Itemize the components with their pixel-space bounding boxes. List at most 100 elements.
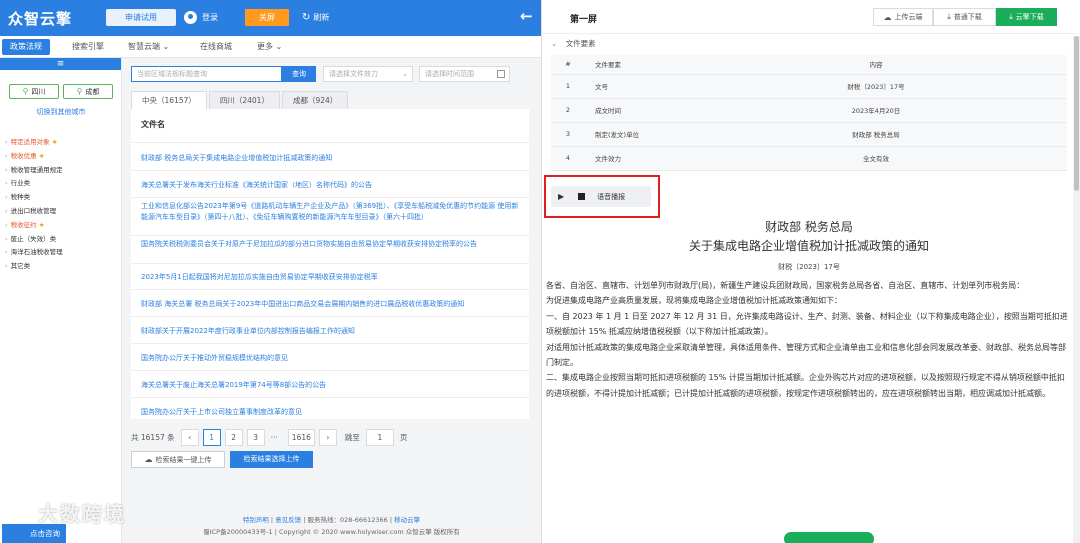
list-item[interactable]: 国务院关税税则委员会关于对原产于尼加拉瓜的部分进口货物实施自由贸易协定早期收获安… — [141, 239, 521, 250]
tab-central[interactable]: 中央（16157） — [131, 91, 207, 109]
list-item[interactable]: 国务院办公厅关于上市公司独立董事制度改革的意见 — [141, 407, 521, 418]
refresh-button[interactable]: ↻ 刷新 — [302, 9, 329, 26]
category-item[interactable]: › 税种类 — [5, 191, 63, 205]
list-item[interactable]: 财政部关于开展2022年度行政事业单位内部控制报告编报工作的通知 — [141, 326, 521, 337]
nav-online-mall[interactable]: 在线商城 — [200, 36, 232, 58]
switch-city-link[interactable]: 切换到其他城市 — [0, 107, 122, 117]
sidebar-toggle[interactable]: ≡ — [0, 58, 121, 70]
table-row: 3 制定(发文)单位 财政部 税务总局 — [551, 122, 1067, 147]
date-range-select[interactable]: 请选择时间范围 — [419, 66, 510, 82]
effect-filter-select[interactable]: 请选择文件效力 ⌄ — [323, 66, 413, 82]
play-icon[interactable]: ▶ — [558, 192, 564, 201]
bottom-action-button[interactable] — [784, 532, 874, 543]
voice-label[interactable]: 语音播报 — [597, 192, 625, 202]
list-item[interactable]: 工业和信息化部公告2023年第9号《道路机动车辆生产企业及产品》（第369批）、… — [141, 201, 521, 223]
top-bar: 众智云擎 申请试用 登录 关屏 ↻ 刷新 ← — [0, 0, 541, 36]
main-content: 当前区域法规标题查询 查询 请选择文件效力 ⌄ 请选择时间范围 中央（16157… — [122, 58, 541, 543]
list-item[interactable]: 财政部 海关总署 税务总局关于2023年中国进出口商品交易会展期内销售的进口展品… — [141, 299, 521, 310]
upload-all-label: 检索结果一键上传 — [155, 455, 212, 464]
star-icon: ★ — [38, 151, 45, 160]
footer-statement-link[interactable]: 特别声明 — [243, 516, 269, 524]
meta-section-toggle[interactable]: ⌄ 文件要素 — [551, 38, 596, 49]
calendar-icon — [497, 70, 505, 78]
category-item[interactable]: › 进出口税收管理 — [5, 205, 63, 219]
table-row: 1 文号 财税〔2023〕17号 — [551, 74, 1067, 99]
stop-icon[interactable] — [578, 193, 586, 200]
list-item[interactable]: 财政部 税务总局关于集成电路企业增值税加计抵减政策的通知 — [141, 153, 521, 164]
chevron-down-icon: ⌄ — [551, 39, 558, 48]
page-3-button[interactable]: 3 — [246, 428, 265, 446]
arrow-left-icon[interactable]: ← — [520, 7, 533, 25]
jump-page-input[interactable]: 1 — [365, 428, 394, 446]
pane-divider — [541, 0, 542, 543]
app-root: 众智云擎 申请试用 登录 关屏 ↻ 刷新 ← 政策法规 搜索引擎 智慧云端 ⌄ … — [0, 0, 1080, 543]
upload-all-button[interactable]: ☁ 检索结果一键上传 — [131, 451, 225, 468]
cloud-download-label: 云擎下载 — [1015, 13, 1044, 21]
total-count: 共 16157 条 — [131, 432, 175, 442]
upload-selected-button[interactable]: 检索结果选择上传 — [230, 451, 313, 468]
normal-download-button[interactable]: ⤓ 普通下载 — [933, 8, 996, 26]
voice-player: ▶ 语音播报 — [551, 186, 651, 207]
right-pane: 第一屏 ☁ 上传云端 ⤓ 普通下载 ⤓ 云擎下载 ⌄ 文件要素 # 文件要素 内… — [541, 0, 1080, 543]
tab-sichuan[interactable]: 四川（2401） — [208, 91, 280, 109]
watermark-logo-icon — [8, 505, 34, 526]
category-item[interactable]: › 税收征约 ★ — [5, 219, 63, 233]
list-item[interactable]: 2023年5月1日起我国将对尼加拉瓜实施自由贸易协定早期收获安排协定税率 — [141, 272, 521, 283]
login-button[interactable]: 登录 — [184, 9, 218, 26]
doc-paragraph: 各省、自治区、直辖市、计划单列市财政厅(局)，新疆生产建设兵团财政局，国家税务总… — [546, 281, 1025, 290]
nav-more[interactable]: 更多 ⌄ — [257, 36, 282, 58]
scroll-thumb[interactable] — [1074, 36, 1079, 191]
city-province-button[interactable]: ⚲ 四川 — [9, 84, 59, 99]
list-item[interactable]: 海关总署关于废止海关总署2019年第74号等8部公告的公告 — [141, 380, 521, 391]
nav-smart-cloud[interactable]: 智慧云端 ⌄ — [128, 36, 169, 58]
category-list: › 特定适用对象 ★ › 税收优惠 ★ › 税收管理通用规定 › 行业类 › 税种类 › 进… — [5, 136, 63, 274]
scrollbar[interactable] — [1073, 36, 1080, 543]
city-province-label: 四川 — [31, 87, 46, 96]
category-item[interactable]: › 税收优惠 ★ — [5, 150, 63, 164]
list-header: 文件名 — [131, 109, 529, 143]
category-item[interactable]: › 行业类 — [5, 177, 63, 191]
table-header-row: # 文件要素 内容 — [551, 55, 1067, 75]
list-item[interactable]: 国务院办公厅关于推动外贸稳规模优结构的意见 — [141, 353, 521, 364]
category-item[interactable]: › 废止（失效）类 — [5, 233, 63, 247]
footer-mobile-link[interactable]: 移动云擎 — [394, 516, 420, 524]
table-row: 4 文件效力 全文有效 — [551, 146, 1067, 171]
location-pin-icon: ⚲ — [76, 87, 83, 96]
location-pin-icon: ⚲ — [22, 87, 29, 96]
left-pane: 众智云擎 申请试用 登录 关屏 ↻ 刷新 ← 政策法规 搜索引擎 智慧云端 ⌄ … — [0, 0, 541, 543]
category-item[interactable]: › 特定适用对象 ★ — [5, 136, 63, 150]
jump-label: 跳至 — [344, 432, 360, 442]
consult-button[interactable]: 点击咨询 — [2, 524, 66, 543]
category-item[interactable]: › 税收管理通用规定 — [5, 164, 63, 178]
list-item[interactable]: 海关总署关于发布海关行业标准《海关统计国家（地区）名称代码》的公告 — [141, 180, 521, 191]
app-logo: 众智云擎 — [8, 10, 73, 28]
date-range-label: 请选择时间范围 — [425, 70, 474, 78]
cloud-download-button[interactable]: ⤓ 云擎下载 — [996, 8, 1057, 26]
document-body: 各省、自治区、直辖市、计划单列市财政厅(局)，新疆生产建设兵团财政局，国家税务总… — [546, 278, 1068, 401]
nav-policy[interactable]: 政策法规 — [2, 39, 50, 55]
page-2-button[interactable]: 2 — [224, 428, 243, 446]
cloud-upload-icon: ☁ — [883, 12, 892, 22]
city-button[interactable]: ⚲ 成都 — [63, 84, 113, 99]
pagination-ellipsis: ··· — [270, 432, 278, 442]
document-issuer: 财政部 税务总局 — [765, 220, 853, 234]
search-input[interactable]: 当前区域法规标题查询 — [131, 66, 282, 82]
footer-hotline: 服务热线：028-66612366 — [307, 516, 388, 524]
tab-chengdu[interactable]: 成都（924） — [281, 91, 349, 109]
page-1-button[interactable]: 1 — [202, 428, 221, 446]
trial-button[interactable]: 申请试用 — [106, 9, 176, 26]
nav-search-engine[interactable]: 搜索引擎 — [72, 36, 104, 58]
category-item[interactable]: › 海洋石油税收管理 — [5, 246, 63, 260]
col-element: 文件要素 — [585, 55, 685, 75]
footer-copyright: 蜀ICP备20000433号-1 | Copyright © 2020 www.… — [203, 528, 460, 536]
next-page-button[interactable]: › — [318, 428, 337, 446]
category-item[interactable]: › 其它类 — [5, 260, 63, 274]
upload-cloud-button[interactable]: ☁ 上传云端 — [873, 8, 933, 26]
close-screen-button[interactable]: 关屏 — [245, 9, 289, 26]
footer-feedback-link[interactable]: 意见反馈 — [275, 516, 301, 524]
page-unit: 页 — [399, 432, 408, 442]
last-page-button[interactable]: 1616 — [287, 428, 315, 446]
search-button[interactable]: 查询 — [282, 66, 316, 82]
prev-page-button[interactable]: ‹ — [180, 428, 199, 446]
normal-download-label: 普通下载 — [953, 13, 982, 21]
